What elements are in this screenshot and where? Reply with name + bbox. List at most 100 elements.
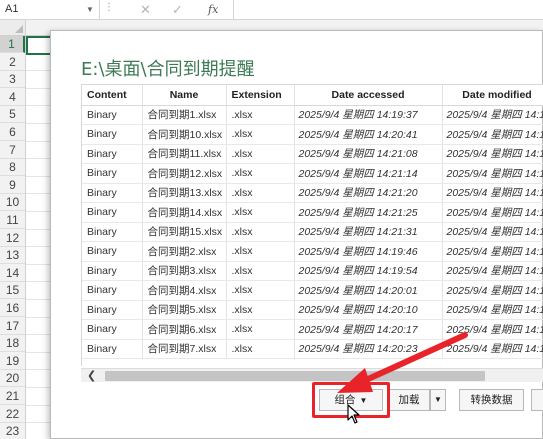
row-header[interactable]: 1 — [0, 36, 25, 53]
table-row[interactable]: Binary 合同到期5.xlsx .xlsx 2025/9/4 星期四 14:20:… — [82, 300, 543, 320]
more-icon: ⋮ — [104, 2, 115, 13]
table-row[interactable]: Binary 合同到期11.xlsx .xlsx 2025/9/4 星期四 14:21… — [82, 144, 543, 164]
cell-date-modified: 2025/9/4 星期四 14:19 — [442, 261, 543, 281]
row-header[interactable]: 22 — [0, 406, 25, 423]
dialog-title: E:\桌面\合同到期提醒 — [81, 59, 255, 80]
name-box[interactable]: A1 ▼ — [0, 0, 100, 20]
row-header[interactable]: 9 — [0, 177, 25, 194]
load-options-button[interactable]: ▼ — [430, 389, 446, 411]
cell-content: Binary — [82, 202, 143, 223]
row-header[interactable]: 7 — [0, 142, 25, 159]
cell-extension: .xlsx — [226, 163, 295, 184]
table-row[interactable]: Binary 合同到期10.xlsx .xlsx 2025/9/4 星期四 14:20… — [82, 124, 543, 145]
table-row[interactable]: Binary 合同到期6.xlsx .xlsx 2025/9/4 星期四 14:20:… — [82, 319, 543, 340]
chevron-down-icon[interactable]: ▼ — [86, 5, 94, 14]
close-icon[interactable]: ✕ — [140, 2, 151, 18]
cell-name: 合同到期6.xlsx — [142, 319, 227, 340]
cell-name: 合同到期15.xlsx — [142, 222, 227, 242]
cell-date-modified: 2025/9/4 星期四 14:19 — [442, 339, 543, 359]
row-header[interactable]: 19 — [0, 353, 25, 370]
column-header-content[interactable]: Content — [82, 85, 143, 106]
formula-bar: A1 ▼ ⋮ ✕ ✓ fx — [0, 0, 543, 20]
cell-name: 合同到期7.xlsx — [142, 339, 227, 359]
cell-content: Binary — [82, 339, 143, 359]
row-header[interactable]: 15 — [0, 282, 25, 300]
row-header[interactable]: 4 — [0, 89, 25, 106]
load-button[interactable]: 加载 — [388, 389, 430, 411]
cancel-button[interactable] — [531, 389, 543, 411]
horizontal-scrollbar[interactable]: ❮ — [81, 368, 543, 382]
formula-input[interactable] — [233, 0, 543, 20]
cell-date-accessed: 2025/9/4 星期四 14:20:01 — [294, 280, 443, 301]
row-header[interactable]: 5 — [0, 106, 25, 124]
row-header[interactable]: 14 — [0, 265, 25, 282]
row-header[interactable]: 3 — [0, 71, 25, 89]
navigator-dialog: E:\桌面\合同到期提醒 Content Name Extension Date… — [50, 30, 543, 439]
row-header[interactable]: 11 — [0, 212, 25, 229]
cell-content: Binary — [82, 261, 143, 281]
table-row[interactable]: Binary 合同到期15.xlsx .xlsx 2025/9/4 星期四 14:21… — [82, 222, 543, 242]
column-header-name[interactable]: Name — [142, 85, 227, 106]
cell-content: Binary — [82, 319, 143, 340]
scrollbar-thumb[interactable] — [105, 371, 485, 381]
cell-extension: .xlsx — [226, 202, 295, 223]
load-button-label: 加载 — [398, 394, 420, 406]
cell-name: 合同到期14.xlsx — [142, 202, 227, 223]
row-header[interactable]: 21 — [0, 388, 25, 405]
cell-name: 合同到期5.xlsx — [142, 300, 227, 320]
table-row[interactable]: Binary 合同到期3.xlsx .xlsx 2025/9/4 星期四 14:19:… — [82, 261, 543, 281]
cell-content: Binary — [82, 280, 143, 301]
cell-content: Binary — [82, 222, 143, 242]
cell-date-modified: 2025/9/4 星期四 14:19 — [442, 183, 543, 203]
scroll-left-icon[interactable]: ❮ — [87, 369, 96, 383]
cell-content: Binary — [82, 183, 143, 203]
cell-date-accessed: 2025/9/4 星期四 14:20:41 — [294, 124, 443, 145]
cell-date-accessed: 2025/9/4 星期四 14:19:54 — [294, 261, 443, 281]
table-row[interactable]: Binary 合同到期1.xlsx .xlsx 2025/9/4 星期四 14:19:… — [82, 105, 543, 125]
row-header[interactable]: 23 — [0, 423, 25, 439]
cell-extension: .xlsx — [226, 124, 295, 145]
cell-extension: .xlsx — [226, 105, 295, 125]
row-header[interactable]: 18 — [0, 335, 25, 353]
file-table[interactable]: Content Name Extension Date accessed Dat… — [81, 84, 543, 366]
row-header[interactable]: 2 — [0, 54, 25, 71]
transform-data-button-label: 转换数据 — [470, 394, 513, 406]
table-row[interactable]: Binary 合同到期7.xlsx .xlsx 2025/9/4 星期四 14:20:… — [82, 339, 543, 359]
cell-extension: .xlsx — [226, 300, 295, 320]
name-box-value: A1 — [5, 3, 19, 15]
row-header[interactable]: 16 — [0, 300, 25, 317]
row-header[interactable]: 6 — [0, 124, 25, 141]
table-body: Binary 合同到期1.xlsx .xlsx 2025/9/4 星期四 14:19:… — [82, 105, 543, 359]
cell-content: Binary — [82, 300, 143, 320]
row-header[interactable]: 8 — [0, 159, 25, 177]
fx-icon[interactable]: fx — [208, 3, 218, 16]
cell-name: 合同到期3.xlsx — [142, 261, 227, 281]
table-row[interactable]: Binary 合同到期12.xlsx .xlsx 2025/9/4 星期四 14:21… — [82, 163, 543, 184]
select-all-corner[interactable] — [0, 20, 26, 36]
row-header[interactable]: 13 — [0, 247, 25, 265]
check-icon[interactable]: ✓ — [172, 2, 183, 18]
cell-name: 合同到期2.xlsx — [142, 241, 227, 262]
table-row[interactable]: Binary 合同到期14.xlsx .xlsx 2025/9/4 星期四 14:21… — [82, 202, 543, 223]
cell-date-modified: 2025/9/4 星期四 14:19 — [442, 202, 543, 223]
table-row[interactable]: Binary 合同到期13.xlsx .xlsx 2025/9/4 星期四 14:21… — [82, 183, 543, 203]
row-header[interactable]: 17 — [0, 318, 25, 335]
table-row[interactable]: Binary 合同到期2.xlsx .xlsx 2025/9/4 星期四 14:19:… — [82, 241, 543, 262]
column-header-date-accessed[interactable]: Date accessed — [294, 85, 443, 106]
cell-date-accessed: 2025/9/4 星期四 14:19:37 — [294, 105, 443, 125]
cell-extension: .xlsx — [226, 261, 295, 281]
cell-extension: .xlsx — [226, 241, 295, 262]
cell-date-modified: 2025/9/4 星期四 14:19 — [442, 105, 543, 125]
row-header[interactable]: 10 — [0, 194, 25, 212]
table-header-row: Content Name Extension Date accessed Dat… — [82, 85, 543, 106]
column-header-date-modified[interactable]: Date modified — [442, 85, 543, 106]
cell-date-modified: 2025/9/4 星期四 14:19 — [442, 144, 543, 164]
cell-date-modified: 2025/9/4 星期四 14:19 — [442, 319, 543, 340]
column-header-extension[interactable]: Extension — [226, 85, 295, 106]
row-header[interactable]: 12 — [0, 230, 25, 247]
table-row[interactable]: Binary 合同到期4.xlsx .xlsx 2025/9/4 星期四 14:20:… — [82, 280, 543, 301]
cell-date-modified: 2025/9/4 星期四 14:19 — [442, 300, 543, 320]
row-header[interactable]: 20 — [0, 370, 25, 388]
cell-extension: .xlsx — [226, 280, 295, 301]
transform-data-button[interactable]: 转换数据 — [459, 389, 524, 411]
